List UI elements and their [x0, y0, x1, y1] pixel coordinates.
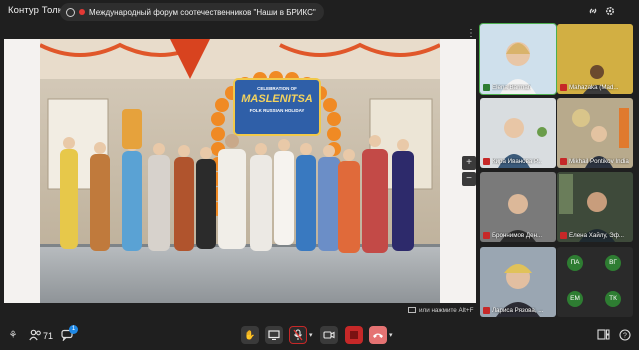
zoom-controls: + −	[462, 156, 476, 186]
participant-label: Mikhail Pontikov India	[560, 156, 631, 166]
stage-menu-icon[interactable]: ⋮	[466, 28, 476, 39]
hand-icon: ✋	[244, 330, 256, 340]
participant-avatar: ПА	[567, 255, 583, 271]
participant-tile[interactable]: Броннимов Ден...	[480, 172, 556, 242]
app-brand: Контур Толк	[8, 5, 63, 16]
meeting-title-pill[interactable]: Международный форум соотечественников "Н…	[60, 3, 324, 21]
participant-label: Mahazaka (Mad...	[560, 82, 631, 92]
participant-name: Кира Иванова Р...	[492, 157, 543, 165]
chat-unread-badge: 1	[69, 325, 78, 334]
participant-label: Елена Хайлу, Эф...	[560, 230, 631, 240]
meeting-title: Международный форум соотечественников "Н…	[89, 7, 316, 17]
participant-label: Лариса Рязова, ...	[483, 305, 554, 315]
participant-avatar: ВГ	[605, 255, 621, 271]
network-icon[interactable]: ⚘	[6, 329, 20, 343]
participant-name: Mahazaka (Mad...	[569, 83, 619, 91]
help-icon[interactable]: ?	[618, 329, 632, 343]
hangup-icon	[373, 333, 383, 338]
banner-line3: FOLK RUSSIAN HOLIDAY	[249, 108, 305, 113]
bottom-toolbar: ⚘ 71 1 ✋ ▾ ▾ ?	[0, 320, 639, 350]
mic-off-icon	[560, 157, 567, 165]
link-icon[interactable]	[586, 5, 599, 18]
screen-share-icon	[268, 330, 280, 341]
participant-tile[interactable]: Mikhail Pontikov India	[557, 98, 633, 168]
participant-tile[interactable]: Mahazaka (Mad...	[557, 24, 633, 94]
mic-off-icon	[293, 329, 303, 341]
camera-icon	[323, 331, 335, 339]
more-participants-tile[interactable]: ПА ВГ ЕМ ТК	[557, 247, 633, 317]
participant-name: Елена Хайлу, Эф...	[569, 231, 624, 239]
participants-icon[interactable]	[28, 329, 42, 343]
participant-name: Лариса Рязова, ...	[492, 306, 544, 314]
recording-dot-icon	[79, 9, 85, 15]
mic-off-icon	[560, 231, 567, 239]
mic-off-icon	[483, 306, 490, 314]
hangup-options-caret-icon[interactable]: ▾	[389, 331, 393, 339]
participant-label: Elena Barman	[483, 82, 554, 92]
fullscreen-hint: или нажмите Alt+F	[408, 307, 473, 314]
banner-line2: MASLENITSA	[241, 93, 313, 105]
participant-tile[interactable]: Лариса Рязова, ...	[480, 247, 556, 317]
camera-toggle-button[interactable]	[320, 326, 338, 344]
participants-count: 71	[43, 331, 54, 341]
participant-name: Броннимов Ден...	[492, 231, 543, 239]
screen-share-button[interactable]	[265, 326, 283, 344]
gear-icon[interactable]	[603, 5, 616, 18]
mic-on-icon	[483, 83, 490, 91]
participant-tile[interactable]: Elena Barman	[479, 23, 557, 95]
mic-off-icon	[560, 83, 567, 91]
layout-icon[interactable]	[596, 329, 610, 343]
banner: CELEBRATION OF MASLENITSA FOLK RUSSIAN H…	[236, 86, 318, 113]
zoom-in-button[interactable]: +	[462, 156, 476, 170]
top-bar: Контур Толк Международный форум соотечес…	[0, 0, 639, 24]
participant-name: Elena Barman	[492, 83, 532, 91]
fullscreen-icon	[408, 307, 416, 314]
participant-label: Кира Иванова Р...	[483, 156, 554, 166]
svg-text:?: ?	[623, 333, 627, 340]
shared-photo: CELEBRATION OF MASLENITSA FOLK RUSSIAN H…	[40, 39, 440, 303]
shield-icon	[66, 7, 75, 17]
participant-name: Mikhail Pontikov India	[569, 157, 629, 165]
main-stage[interactable]: CELEBRATION OF MASLENITSA FOLK RUSSIAN H…	[4, 39, 476, 303]
fullscreen-hint-text: или нажмите Alt+F	[419, 307, 474, 314]
mic-toggle-button[interactable]	[289, 326, 307, 344]
raise-hand-button[interactable]: ✋	[241, 326, 259, 344]
mic-options-caret-icon[interactable]: ▾	[309, 331, 313, 339]
mic-off-icon	[483, 157, 490, 165]
record-icon	[350, 331, 358, 339]
hangup-button[interactable]	[369, 326, 387, 344]
record-button[interactable]	[345, 326, 363, 344]
zoom-out-button[interactable]: −	[462, 172, 476, 186]
participant-tile[interactable]: Кира Иванова Р...	[480, 98, 556, 168]
participant-label: Броннимов Ден...	[483, 230, 554, 240]
banner-line1: CELEBRATION OF	[257, 86, 297, 91]
participant-avatar: ЕМ	[567, 291, 583, 307]
participant-tile[interactable]: Елена Хайлу, Эф...	[557, 172, 633, 242]
mic-off-icon	[483, 231, 490, 239]
conference-window: Контур Толк Международный форум соотечес…	[0, 0, 639, 350]
participant-avatar: ТК	[605, 291, 621, 307]
